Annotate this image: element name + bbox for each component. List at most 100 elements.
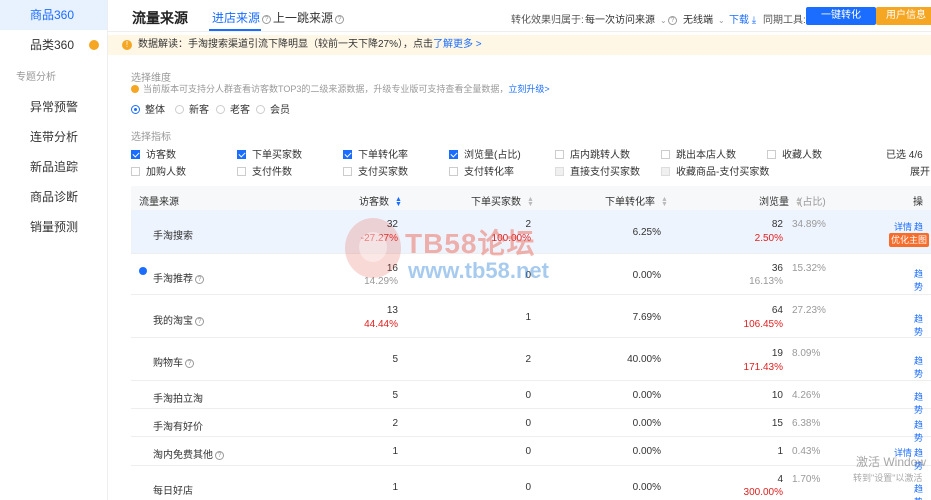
row-conversion: 0.00% — [632, 270, 661, 281]
metric-bounce[interactable]: 跳出本店人数 — [661, 146, 736, 161]
tab-prev-source[interactable]: 上一跳来源? — [273, 9, 345, 26]
trend-link[interactable]: 趋势 — [914, 482, 931, 500]
radio-member[interactable]: 会员 — [256, 101, 290, 116]
help-icon: ? — [262, 15, 272, 24]
device-select[interactable]: ? 无线端 ⌄ — [668, 11, 725, 26]
expand-button[interactable]: 展开 — [910, 163, 930, 178]
metric-pageviews[interactable]: 浏览量(占比) — [449, 146, 521, 161]
radio-old[interactable]: 老客 — [216, 101, 250, 116]
checkbox-label: 访客数 — [146, 150, 176, 161]
row-share: 27.23% — [792, 305, 826, 316]
sidebar-item-category360[interactable]: 品类360 — [0, 30, 107, 60]
row-source: 购物车? — [153, 354, 194, 369]
col-pageviews[interactable]: 浏览量 ▲ ▼ — [759, 193, 802, 208]
radio-icon — [175, 105, 184, 114]
optimize-image-button[interactable]: 优化主图 — [889, 233, 929, 247]
user-info-button[interactable]: 用户信息 — [876, 7, 931, 25]
metric-pay-conversion[interactable]: 支付转化率 — [449, 163, 514, 178]
watermark-logo-icon — [345, 218, 401, 278]
table-row[interactable]: 购物车? 5 2 40.00% 19 171.43% 8.09% 趋势 — [131, 338, 931, 381]
radio-all[interactable]: 整体 — [131, 101, 165, 116]
row-conversion: 0.00% — [632, 482, 661, 493]
radio-new[interactable]: 新客 — [175, 101, 209, 116]
sidebar-group-title: 专题分析 — [16, 72, 56, 83]
col-visitors[interactable]: 访客数 ▲ ▼ — [359, 193, 402, 208]
download-link[interactable]: 下载 ⤓ — [729, 11, 756, 26]
checkbox-label: 跳出本店人数 — [676, 150, 736, 161]
table-header: 流量来源 访客数▲▼ 下单买家数▲▼ 下单转化率▲▼ 浏览量▲▼ (占比) 操作 — [131, 186, 931, 223]
sidebar-item-label: 商品360 — [30, 8, 75, 22]
detail-link[interactable]: 详情 — [894, 220, 912, 233]
radio-label: 新客 — [189, 105, 209, 116]
checkbox-disabled-icon — [661, 167, 670, 176]
download-label: 下载 — [729, 15, 749, 26]
row-conversion: 7.69% — [632, 312, 661, 323]
table-row[interactable]: 每日好店 1 0 0.00% 4 300.00% 1.70% 趋势 — [131, 466, 931, 500]
select-value: 无线端 — [683, 15, 713, 26]
radio-icon — [216, 105, 225, 114]
row-buyers: 1 — [525, 312, 531, 323]
metric-favorites[interactable]: 收藏人数 — [767, 146, 822, 161]
dimension-tip: 当前版本可支持分人群查看访客数TOP3的二级来源数据，升级专业版可支持查看全量数… — [131, 82, 550, 95]
row-buyers: 2 — [525, 354, 531, 365]
table-row[interactable]: 手淘拍立淘 5 0 0.00% 10 4.26% 趋势 — [131, 381, 931, 415]
metric-order-conversion[interactable]: 下单转化率 — [343, 146, 408, 161]
help-icon: ? — [215, 451, 224, 460]
row-share: 8.09% — [792, 348, 821, 359]
learn-more-link[interactable]: 了解更多 > — [433, 39, 482, 50]
table-row[interactable]: 手淘有好价 2 0 0.00% 15 6.38% 趋势 — [131, 409, 931, 443]
metric-fav-pay[interactable]: 收藏商品-支付买家数 — [661, 163, 769, 178]
row-buyers: 0 — [525, 446, 531, 457]
radio-label: 会员 — [270, 105, 290, 116]
row-pageviews-change: 171.43% — [743, 362, 783, 373]
upgrade-link[interactable]: 立刻升级> — [508, 84, 549, 94]
checkbox-label: 直接支付买家数 — [570, 167, 640, 178]
metric-direct-pay[interactable]: 直接支付买家数 — [555, 163, 640, 178]
metric-visitors[interactable]: 访客数 — [131, 146, 176, 161]
checkbox-icon — [237, 167, 246, 176]
tab-label: 进店来源 — [212, 11, 261, 25]
table-row[interactable]: 我的淘宝? 13 44.44% 1 7.69% 64 106.45% 27.23… — [131, 295, 931, 338]
sidebar-item-product360[interactable]: 商品360 — [0, 0, 107, 30]
sidebar-item-new-product[interactable]: 新品追踪 — [0, 152, 107, 182]
sidebar-item-forecast[interactable]: 销量预测 — [0, 212, 107, 242]
attribution-select[interactable]: 每一次访问来源 ⌄ — [585, 11, 667, 26]
metric-order-buyers[interactable]: 下单买家数 — [237, 146, 302, 161]
sidebar-item-diagnosis[interactable]: 商品诊断 — [0, 182, 107, 212]
help-icon: ? — [185, 359, 194, 368]
row-source-text: 我的淘宝 — [153, 316, 193, 327]
help-icon: ? — [335, 15, 345, 24]
trend-link[interactable]: 趋势 — [914, 267, 931, 293]
col-buyers[interactable]: 下单买家数 ▲ ▼ — [471, 193, 534, 208]
row-source: 我的淘宝? — [153, 312, 204, 327]
row-conversion: 0.00% — [632, 446, 661, 457]
row-visitors: 2 — [392, 418, 398, 429]
row-share: 4.26% — [792, 390, 821, 401]
sidebar-item-bundle[interactable]: 连带分析 — [0, 122, 107, 152]
checkbox-label: 店内跳转人数 — [570, 150, 630, 161]
checkbox-icon — [131, 167, 140, 176]
trend-link[interactable]: 趋势 — [914, 312, 931, 338]
checkbox-icon — [343, 167, 352, 176]
table-row[interactable]: 淘内免费其他? 1 0 0.00% 1 0.43% 详情 趋势 — [131, 437, 931, 471]
sidebar: 商品360 品类360 专题分析 异常预警 连带分析 新品追踪 商品诊断 销量预… — [0, 0, 108, 500]
col-share: (占比) — [799, 197, 826, 208]
col-label: 访客数 — [359, 197, 389, 208]
metric-pay-items[interactable]: 支付件数 — [237, 163, 292, 178]
metric-in-store-jump[interactable]: 店内跳转人数 — [555, 146, 630, 161]
metric-add-cart[interactable]: 加购人数 — [131, 163, 186, 178]
one-click-convert-button[interactable]: 一键转化 — [806, 7, 876, 25]
metric-pay-buyers[interactable]: 支付买家数 — [343, 163, 408, 178]
notice-bar: ! 数据解读：手淘搜索渠道引流下降明显（较前一天下降27%），点击了解更多 > — [108, 35, 931, 55]
download-icon: ⤓ — [751, 15, 757, 26]
row-marker-icon — [139, 267, 147, 275]
col-label: 下单转化率 — [605, 197, 655, 208]
row-pageviews: 4 — [777, 474, 783, 485]
trend-link[interactable]: 趋势 — [914, 354, 931, 380]
watermark-title: TB58论坛 — [405, 228, 536, 259]
row-share: 15.32% — [792, 263, 826, 274]
tab-store-source[interactable]: 进店来源? — [212, 9, 272, 26]
sidebar-item-anomaly[interactable]: 异常预警 — [0, 92, 107, 122]
metrics-label: 选择指标 — [131, 132, 171, 143]
col-conversion[interactable]: 下单转化率 ▲ ▼ — [605, 193, 668, 208]
